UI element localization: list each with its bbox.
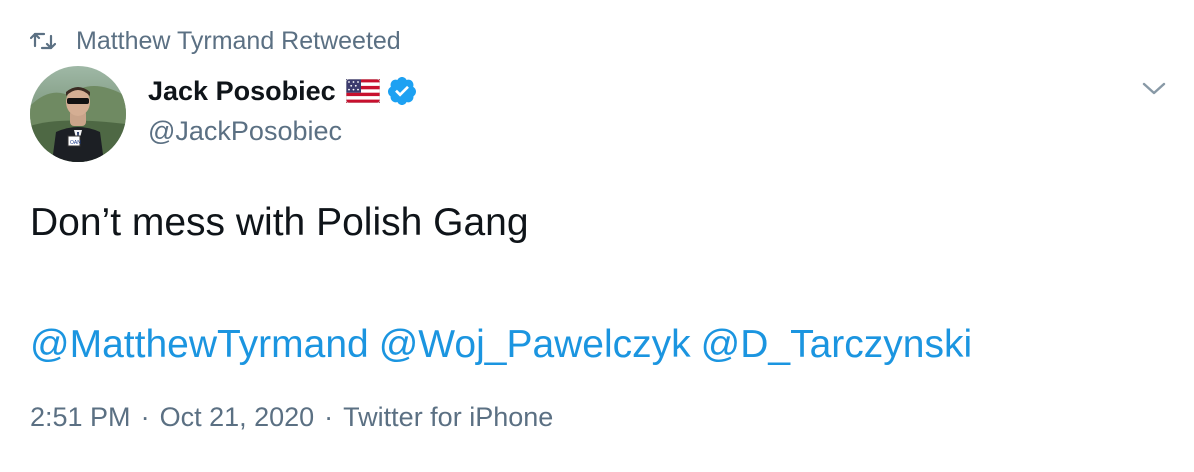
mention-link[interactable]: @D_Tarczynski	[701, 323, 972, 366]
separator: ·	[324, 402, 334, 432]
retweet-label: Matthew Tyrmand Retweeted	[76, 26, 401, 55]
tweet-time[interactable]: 2:51 PM	[30, 402, 131, 432]
chevron-down-icon[interactable]	[1140, 76, 1168, 100]
tweet-card: Matthew Tyrmand Retweeted OAN Jack Posob…	[0, 0, 1194, 472]
us-flag-icon	[345, 78, 381, 104]
svg-text:OAN: OAN	[70, 140, 81, 146]
tweet-text: Don’t mess with Polish Gang	[30, 201, 529, 244]
retweet-context[interactable]: Matthew Tyrmand Retweeted	[30, 24, 401, 58]
tweet-mentions: @MatthewTyrmand @Woj_Pawelczyk @D_Tarczyns…	[30, 318, 982, 372]
mention-link[interactable]: @Woj_Pawelczyk	[379, 323, 691, 366]
retweet-icon	[30, 30, 56, 52]
separator: ·	[140, 402, 150, 432]
verified-badge-icon	[386, 75, 418, 107]
avatar[interactable]: OAN	[30, 66, 126, 162]
tweet-metadata: 2:51 PM · Oct 21, 2020 · Twitter for iPhone	[30, 402, 553, 433]
tweet-source[interactable]: Twitter for iPhone	[343, 402, 553, 432]
mention-link[interactable]: @MatthewTyrmand	[30, 323, 369, 366]
tweet-date[interactable]: Oct 21, 2020	[160, 402, 315, 432]
author-block: Jack Posobiec @JackPosobiec	[148, 72, 418, 147]
author-display-name[interactable]: Jack Posobiec	[148, 76, 336, 107]
author-handle[interactable]: @JackPosobiec	[148, 116, 418, 147]
